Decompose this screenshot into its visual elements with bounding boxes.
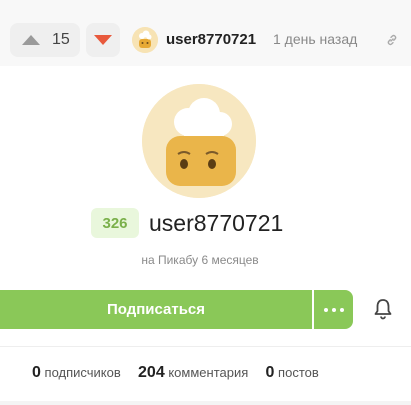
profile-name[interactable]: user8770721 — [149, 208, 283, 238]
triangle-up-icon — [22, 35, 40, 45]
post-time: 1 день назад — [273, 31, 358, 47]
rating-badge: 326 — [91, 208, 139, 238]
author-avatar[interactable] — [132, 27, 158, 53]
member-since-text: на Пикабу 6 месяцев — [141, 253, 259, 267]
comments-count[interactable]: 204 — [138, 364, 165, 381]
upvote-button[interactable]: 15 — [10, 23, 80, 57]
vote-count: 15 — [52, 31, 70, 48]
more-dots-icon — [322, 307, 346, 312]
bottom-separator — [0, 401, 411, 405]
link-icon[interactable] — [386, 34, 398, 46]
profile-avatar[interactable] — [142, 84, 256, 198]
author-username-link[interactable]: user8770721 — [166, 31, 256, 48]
stats-divider — [0, 346, 411, 347]
profile-stats: 0 подписчиков 204 комментария 0 постов — [32, 364, 319, 382]
posts-label[interactable]: постов — [278, 365, 319, 380]
subscribe-button[interactable]: Подписаться — [0, 290, 312, 329]
downvote-button[interactable] — [86, 23, 120, 57]
triangle-down-icon — [94, 35, 112, 45]
comments-label[interactable]: комментария — [168, 365, 248, 380]
more-options-button[interactable] — [314, 290, 353, 329]
chef-avatar-icon — [132, 27, 158, 53]
chef-avatar-large-icon — [142, 84, 256, 198]
subscribers-count[interactable]: 0 — [32, 364, 41, 381]
posts-count[interactable]: 0 — [266, 364, 275, 381]
bell-icon[interactable] — [373, 298, 393, 320]
subscribers-label[interactable]: подписчиков — [45, 365, 121, 380]
